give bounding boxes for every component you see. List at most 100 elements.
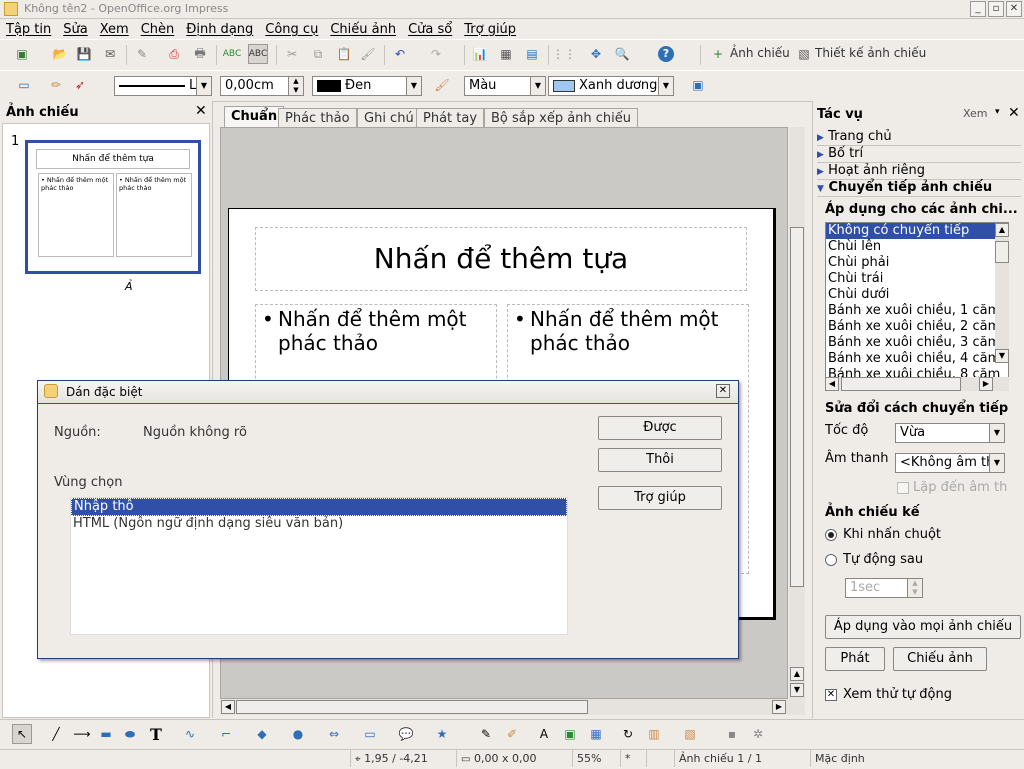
menu-window[interactable]: Cửa sổ [402,22,458,37]
alignment-icon[interactable]: ▥ [644,724,664,744]
line-width-spinner[interactable]: 0,00cm ▲ ▼ [220,76,304,96]
from-file-icon[interactable]: ▣ [560,724,580,744]
transition-vscroll-down[interactable]: ▼ [995,349,1009,363]
play-button[interactable]: Phát [825,647,885,671]
slideshow-button[interactable]: Chiếu ảnh [893,647,987,671]
menu-help[interactable]: Trợ giúp [458,22,522,37]
auto-after-radio[interactable] [825,554,837,566]
cut-icon[interactable]: ✂ [282,44,302,64]
paste-icon[interactable]: 📋 [334,44,354,64]
section-custom-animation[interactable]: ▶ Hoạt ảnh riêng [817,163,1021,180]
cancel-button[interactable]: Thôi [598,448,722,472]
autospellcheck-icon[interactable]: ABC [248,44,268,64]
navigator-icon[interactable]: ✥ [586,44,606,64]
transition-hscroll-right[interactable]: ▶ [979,377,993,391]
transition-item[interactable]: Chùi lên [826,239,1008,255]
ok-button[interactable]: Được [598,416,722,440]
transition-vscroll-thumb[interactable] [995,241,1009,263]
menu-file[interactable]: Tập tin [0,22,57,37]
block-arrows-icon[interactable]: ⇔ [324,724,344,744]
canvas-vscroll-up[interactable]: ▲ [790,667,804,681]
line-tool-icon[interactable]: ╱ [46,724,66,744]
canvas-hscroll-thumb[interactable] [236,700,588,714]
help-button[interactable]: Trợ giúp [598,486,722,510]
transition-item[interactable]: Không có chuyển tiếp [826,223,1008,239]
tab-normal[interactable]: Chuẩn [224,106,285,128]
task-pane-view-menu[interactable]: Xem [963,107,988,120]
close-window-button[interactable]: ✕ [1006,1,1022,17]
line-color-select[interactable]: Đen ▼ [312,76,422,96]
apply-to-all-button[interactable]: Áp dụng vào mọi ảnh chiếu [825,615,1021,639]
connector-tool-icon[interactable]: ⌐ [216,724,236,744]
auto-after-spinner[interactable]: 1sec ▲ ▼ [845,578,923,598]
menu-format[interactable]: Định dạng [180,22,259,37]
section-slide-transition[interactable]: ▼ Chuyển tiếp ảnh chiếu [817,180,1021,197]
fontwork-icon[interactable]: A [534,724,554,744]
arrow-line-tool-icon[interactable]: ⟶ [72,724,92,744]
line-pencil-icon[interactable]: ✏ [46,75,66,95]
slide-thumbnail[interactable]: Nhấn để thêm tựa • Nhấn để thêm một phác… [25,140,201,274]
menu-slideshow[interactable]: Chiếu ảnh [324,22,402,37]
transition-item[interactable]: Chùi dưới [826,287,1008,303]
line-style-select[interactable]: L ▼ [114,76,212,96]
transition-list-hscroll[interactable]: ◀ ▶ [825,377,1009,391]
sound-select[interactable]: <Không âm th ▼ [895,453,1005,473]
ellipse-tool-icon[interactable]: ⬬ [120,724,140,744]
redo-icon[interactable]: ↷ [426,44,446,64]
tab-slide-sorter[interactable]: Bộ sắp xếp ảnh chiếu [484,108,639,128]
menu-view[interactable]: Xem [94,22,135,37]
new-document-icon[interactable]: ▣ [12,44,32,64]
edit-file-icon[interactable]: ✎ [132,44,152,64]
email-icon[interactable]: ✉ [100,44,120,64]
zoom-icon[interactable]: 🔍 [612,44,632,64]
canvas-vscroll-thumb[interactable] [790,227,804,587]
canvas-horizontal-scrollbar[interactable]: ◀ ▶ [220,699,805,715]
menu-insert[interactable]: Chèn [135,22,181,37]
transition-item[interactable]: Chùi phải [826,255,1008,271]
speed-select[interactable]: Vừa ▼ [895,423,1005,443]
slide-design-icon[interactable]: ▧ [794,44,814,64]
table-icon[interactable]: ▦ [496,44,516,64]
dialog-close-icon[interactable]: ✕ [716,384,730,398]
copy-icon[interactable]: ⧉ [308,44,328,64]
canvas-hscroll-right[interactable]: ▶ [772,700,786,714]
menu-edit[interactable]: Sửa [57,22,93,37]
transition-hscroll-thumb[interactable] [841,377,961,391]
flowchart-icon[interactable]: ▭ [360,724,380,744]
paste-format-option[interactable]: Nhập thô [71,498,567,516]
arrow-style-icon[interactable]: ➶ [70,75,90,95]
format-paintbrush-icon[interactable]: 🖌 [358,44,378,64]
area-fill-icon[interactable]: 🖌 [432,75,452,95]
loop-sound-checkbox[interactable] [897,482,909,494]
line-fill-icon[interactable]: ▭ [14,75,34,95]
minimize-button[interactable]: _ [970,1,986,17]
transition-hscroll-left[interactable]: ◀ [825,377,839,391]
undo-icon[interactable]: ↶ [390,44,410,64]
transition-list[interactable]: Không có chuyển tiếp Chùi lên Chùi phải … [825,222,1009,384]
slideshow-toolbar-label[interactable]: Ảnh chiếu [730,46,790,60]
gallery-icon[interactable]: ▦ [586,724,606,744]
transition-vscroll-up[interactable]: ▲ [995,223,1009,237]
maximize-button[interactable]: ▫ [988,1,1004,17]
shadow-icon[interactable]: ▣ [688,75,708,95]
area-style-select[interactable]: Màu ▼ [464,76,546,96]
tab-notes[interactable]: Ghi chú [357,108,421,128]
glue-points-icon[interactable]: ✐ [502,724,522,744]
transition-item[interactable]: Bánh xe xuôi chiều, 2 căm [826,319,1008,335]
open-file-icon[interactable]: 📂 [50,44,70,64]
on-click-radio[interactable] [825,529,837,541]
rotate-icon[interactable]: ↻ [618,724,638,744]
curve-tool-icon[interactable]: ∿ [180,724,200,744]
save-icon[interactable]: 💾 [74,44,94,64]
export-pdf-icon[interactable]: ⎙ [164,44,184,64]
transition-item[interactable]: Chùi trái [826,271,1008,287]
print-icon[interactable]: 🖶 [190,44,210,64]
extrusion-icon[interactable]: ✲ [748,724,768,744]
status-zoom[interactable]: 55% [572,750,617,767]
slide-title-placeholder[interactable]: Nhấn để thêm tựa [255,227,747,291]
canvas-hscroll-left[interactable]: ◀ [221,700,235,714]
transition-item[interactable]: Bánh xe xuôi chiều, 1 căm [826,303,1008,319]
close-task-pane-icon[interactable]: ✕ [1008,105,1020,121]
auto-preview-checkbox[interactable]: ✕ [825,689,837,701]
basic-shapes-icon[interactable]: ◆ [252,724,272,744]
